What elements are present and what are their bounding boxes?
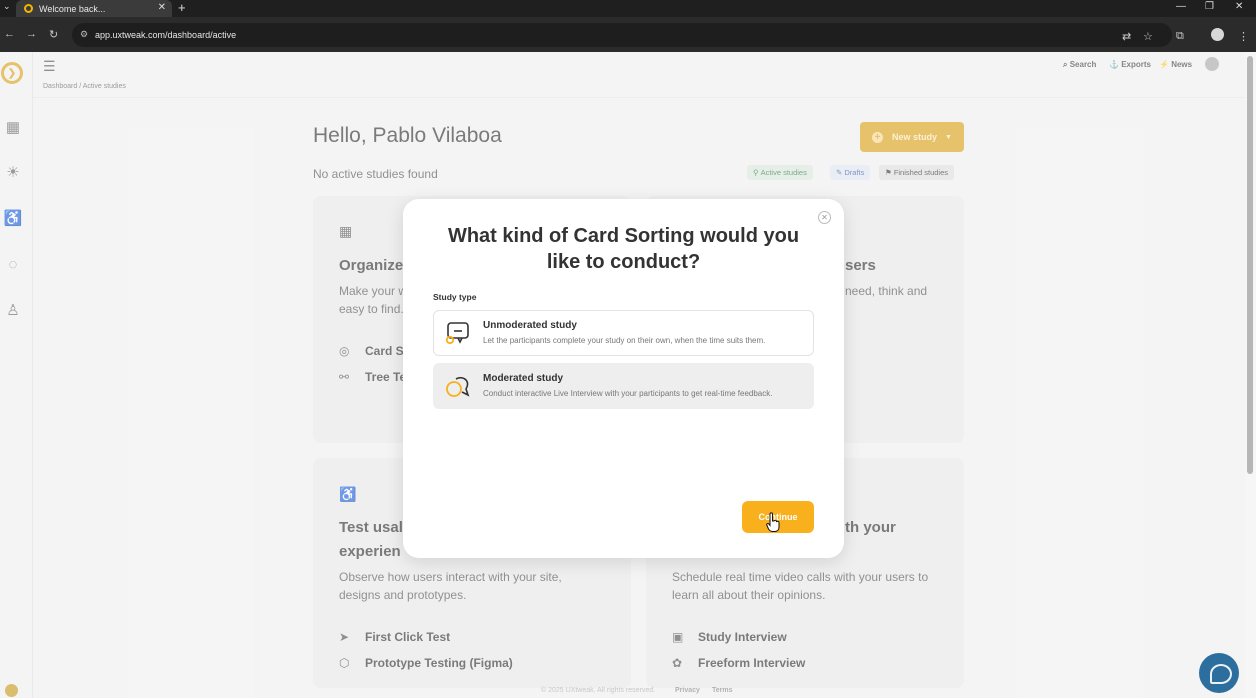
close-icon[interactable]: ✕ <box>818 211 831 224</box>
browser-tab[interactable]: Welcome back... ✕ <box>16 0 172 17</box>
modal-title: What kind of Card Sorting would you like… <box>447 225 800 273</box>
address-bar: ← → ↻ ⚙ app.uxtweak.com/dashboard/active… <box>0 17 1256 52</box>
new-tab-icon[interactable]: + <box>178 0 186 15</box>
extensions-icon[interactable]: ⧉ <box>1176 30 1184 43</box>
close-window-icon[interactable]: ✕ <box>1235 1 1243 12</box>
moderated-study-option[interactable]: Moderated study Conduct interactive Live… <box>433 363 814 409</box>
card-sorting-type-modal: ✕ What kind of Card Sorting would you li… <box>403 199 844 558</box>
browser-tabbar: ⌄ Welcome back... ✕ + — ❐ ✕ <box>0 0 1256 17</box>
tab-title: Welcome back... <box>39 3 106 14</box>
back-icon[interactable]: ← <box>4 28 15 40</box>
url-input[interactable]: ⚙ app.uxtweak.com/dashboard/active <box>72 23 1172 47</box>
reload-icon[interactable]: ↻ <box>49 28 58 41</box>
profile-icon[interactable] <box>1211 28 1224 41</box>
study-type-label: Study type <box>433 292 477 302</box>
close-tab-icon[interactable]: ✕ <box>158 2 166 13</box>
option-title: Unmoderated study <box>483 320 577 331</box>
tab-list-icon[interactable]: ⌄ <box>3 1 11 12</box>
speech-bubbles-icon <box>446 376 470 397</box>
url-text: app.uxtweak.com/dashboard/active <box>95 30 237 40</box>
site-settings-icon[interactable]: ⚙ <box>80 29 88 40</box>
unmoderated-study-option[interactable]: Unmoderated study Let the participants c… <box>433 310 814 356</box>
chat-icon[interactable] <box>1199 653 1239 693</box>
option-title: Moderated study <box>483 373 564 384</box>
chat-bubble-icon <box>445 322 469 345</box>
hand-cursor-icon <box>766 512 780 532</box>
option-description: Let the participants complete your study… <box>483 336 766 345</box>
minimize-icon[interactable]: — <box>1176 1 1186 12</box>
browser-menu-icon[interactable]: ⋮ <box>1238 30 1249 43</box>
option-description: Conduct interactive Live Interview with … <box>483 389 773 398</box>
forward-icon[interactable]: → <box>26 28 37 40</box>
star-icon[interactable]: ☆ <box>1143 30 1153 43</box>
favicon-icon <box>24 4 33 13</box>
translate-icon[interactable]: ⇄ <box>1122 30 1131 43</box>
restore-icon[interactable]: ❐ <box>1205 1 1214 12</box>
